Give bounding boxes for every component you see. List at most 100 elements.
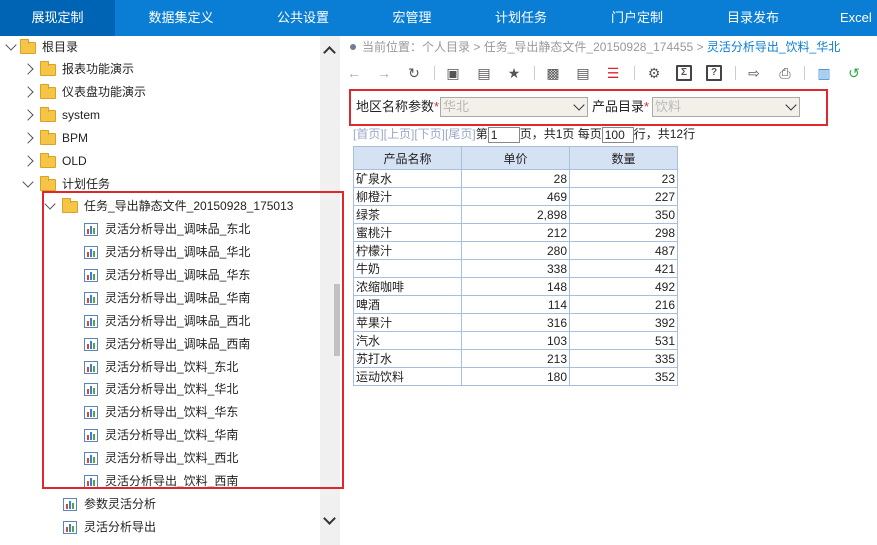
page-number-input[interactable]: 1	[487, 126, 520, 143]
save-icon[interactable]: ▣	[445, 65, 461, 81]
chevron-down-icon[interactable]	[785, 99, 797, 111]
table-cell: 绿茶	[353, 205, 462, 224]
table-cell: 汽水	[353, 331, 462, 350]
first-page-link[interactable]: [首页]	[353, 127, 384, 141]
table-row: 苏打水 213 335	[353, 349, 678, 368]
table-row: 矿泉水 28 23	[353, 169, 678, 188]
save-as-icon[interactable]: ▤	[476, 65, 492, 81]
refresh-icon[interactable]: ↻	[406, 65, 422, 81]
tree-report-item[interactable]: 灵活分析导出	[0, 516, 320, 538]
breadcrumb-current: 灵活分析导出_饮料_华北	[706, 40, 841, 54]
tree-report-label: 参数灵活分析	[84, 497, 157, 511]
table-cell: 矿泉水	[353, 169, 462, 188]
chevron-right-icon[interactable]	[22, 109, 34, 121]
tab-macro-management[interactable]: 宏管理	[372, 0, 452, 36]
help-icon[interactable]: ?	[706, 65, 722, 81]
layout-icon[interactable]: ▤	[575, 65, 591, 81]
gear-icon[interactable]: ⚙	[646, 65, 662, 81]
table-cell: 2,898	[461, 205, 570, 224]
tree-item[interactable]: BPM	[0, 127, 320, 149]
breadcrumb-item[interactable]: 任务_导出静态文件_20150928_174455	[484, 40, 693, 54]
table-cell: 213	[461, 349, 570, 368]
table-cell: 柳橙汁	[353, 187, 462, 206]
chevron-right-icon[interactable]	[22, 86, 34, 98]
tree-item[interactable]: 仪表盘功能演示	[0, 81, 320, 103]
table-row: 柠檬汁 280 487	[353, 241, 678, 260]
tree-item-label: BPM	[62, 131, 89, 145]
tab-catalog-publish[interactable]: 目录发布	[712, 0, 794, 36]
prev-page-link[interactable]: [上页]	[384, 127, 415, 141]
scroll-up-icon[interactable]	[323, 46, 336, 59]
table-cell: 350	[569, 205, 678, 224]
forward-arrow-icon[interactable]: →	[376, 65, 392, 81]
table-row: 啤酒 114 216	[353, 295, 678, 314]
folder-icon	[40, 176, 56, 191]
catalog-select[interactable]: 饮料	[652, 97, 800, 117]
refresh-data-icon[interactable]: ↺	[846, 65, 862, 81]
tree-root-label: 根目录	[42, 40, 79, 54]
tree-root[interactable]: 根目录	[0, 36, 320, 58]
tree-item[interactable]: system	[0, 104, 320, 126]
next-page-link[interactable]: [下页]	[414, 127, 445, 141]
region-select[interactable]: 华北	[440, 97, 588, 117]
tab-public-settings[interactable]: 公共设置	[258, 0, 348, 36]
table-row: 蜜桃汁 212 298	[353, 223, 678, 242]
rows-per-page-input[interactable]: 100	[601, 126, 634, 143]
tree-item[interactable]: 报表功能演示	[0, 58, 320, 80]
table-row: 苹果汁 316 392	[353, 313, 678, 332]
table-cell: 212	[461, 223, 570, 242]
print-icon[interactable]: ⎙	[777, 65, 793, 81]
table-row: 牛奶 338 421	[353, 259, 678, 278]
top-nav: 展现定制 数据集定义 公共设置 宏管理 计划任务 门户定制 目录发布 Excel	[0, 0, 877, 36]
tab-excel[interactable]: Excel	[832, 0, 877, 36]
column-header[interactable]: 数量	[569, 146, 678, 170]
sum-icon[interactable]: Σ	[676, 65, 692, 81]
column-header[interactable]: 单价	[461, 146, 570, 170]
table-cell: 316	[461, 313, 570, 332]
favorite-star-icon[interactable]: ★	[506, 65, 522, 81]
breadcrumb-item[interactable]: 个人目录	[422, 40, 470, 54]
page-suffix: 页，共1页	[519, 127, 575, 141]
filter-list-icon[interactable]: ☰	[605, 65, 621, 81]
last-page-link[interactable]: [尾页]	[445, 127, 476, 141]
table-row: 运动饮料 180 352	[353, 367, 678, 386]
table-cell: 216	[569, 295, 678, 314]
report-icon	[63, 498, 77, 511]
tab-scheduled-tasks[interactable]: 计划任务	[480, 0, 562, 36]
breadcrumb: 当前位置：个人目录 > 任务_导出静态文件_20150928_174455 > …	[350, 36, 840, 58]
table-cell: 柠檬汁	[353, 241, 462, 260]
tab-report-design[interactable]: 展现定制	[0, 0, 115, 36]
table-cell: 啤酒	[353, 295, 462, 314]
table-cell: 392	[569, 313, 678, 332]
table-cell: 487	[569, 241, 678, 260]
chevron-down-icon[interactable]	[22, 176, 34, 188]
tab-dataset-definition[interactable]: 数据集定义	[129, 0, 233, 36]
table-cell: 335	[569, 349, 678, 368]
chevron-down-icon[interactable]	[573, 99, 585, 111]
tree-report-item[interactable]: 参数灵活分析	[0, 493, 320, 515]
tree-item-label: OLD	[62, 154, 87, 168]
tree-item-label: system	[62, 108, 101, 122]
chevron-right-icon[interactable]	[22, 132, 34, 144]
tab-portal-design[interactable]: 门户定制	[596, 0, 678, 36]
table-cell: 469	[461, 187, 570, 206]
tree-item[interactable]: OLD	[0, 150, 320, 172]
table-row: 柳橙汁 469 227	[353, 187, 678, 206]
table-row: 绿茶 2,898 350	[353, 205, 678, 224]
chevron-right-icon[interactable]	[22, 155, 34, 167]
back-arrow-icon[interactable]: ←	[346, 65, 362, 81]
column-header[interactable]: 产品名称	[353, 146, 462, 170]
print-preview-icon[interactable]: ▥	[816, 65, 832, 81]
chevron-right-icon[interactable]	[22, 63, 34, 75]
table-cell: 114	[461, 295, 570, 314]
pager: [首页][上页][下页][尾页]第 1 页，共1页 每页 100 行，共12行	[353, 124, 695, 144]
export-icon[interactable]: ⇨	[746, 65, 762, 81]
chart-icon[interactable]: ▩	[545, 65, 561, 81]
scroll-down-icon[interactable]	[323, 512, 336, 525]
region-select-value: 华北	[443, 99, 470, 114]
breadcrumb-separator: >	[693, 40, 707, 54]
table-cell: 180	[461, 367, 570, 386]
region-param-label: 地区名称参数*	[356, 99, 440, 114]
table-cell: 338	[461, 259, 570, 278]
chevron-down-icon[interactable]	[5, 39, 17, 51]
